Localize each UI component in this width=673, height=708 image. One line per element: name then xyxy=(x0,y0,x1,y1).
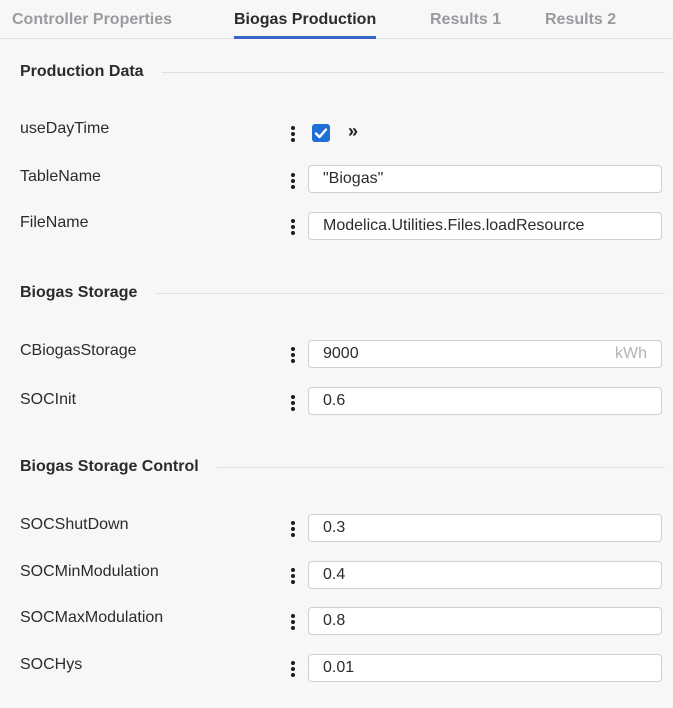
usedaytime-checkbox[interactable] xyxy=(312,124,330,142)
cbiogasstorage-value: 9000 xyxy=(323,345,359,362)
check-icon xyxy=(314,128,328,139)
section-biogas-storage-control: Biogas Storage Control xyxy=(20,457,665,477)
kebab-menu-icon[interactable] xyxy=(288,659,298,679)
section-divider xyxy=(155,292,665,294)
tablename-input[interactable]: "Biogas" xyxy=(308,165,662,193)
sochys-input[interactable]: 0.01 xyxy=(308,654,662,682)
param-label-socshutdown: SOCShutDown xyxy=(20,516,129,533)
section-title: Production Data xyxy=(20,63,144,80)
param-label-usedaytime: useDayTime xyxy=(20,120,110,137)
section-divider xyxy=(161,71,665,73)
section-title: Biogas Storage xyxy=(20,284,138,301)
kebab-menu-icon[interactable] xyxy=(288,566,298,586)
section-production-data: Production Data xyxy=(20,62,665,82)
kebab-menu-icon[interactable] xyxy=(288,519,298,539)
unit-label: kWh xyxy=(615,345,647,362)
tab-results-2[interactable]: Results 2 xyxy=(545,11,616,29)
socinit-input[interactable]: 0.6 xyxy=(308,387,662,415)
kebab-menu-icon[interactable] xyxy=(288,345,298,365)
section-title: Biogas Storage Control xyxy=(20,458,199,475)
tab-controller-properties[interactable]: Controller Properties xyxy=(12,11,172,29)
socminmodulation-input[interactable]: 0.4 xyxy=(308,561,662,589)
param-label-socmaxmodulation: SOCMaxModulation xyxy=(20,609,164,626)
socmaxmodulation-input[interactable]: 0.8 xyxy=(308,607,662,635)
param-label-socminmodulation: SOCMinModulation xyxy=(20,563,159,580)
tab-biogas-production[interactable]: Biogas Production xyxy=(234,11,377,39)
socshutdown-input[interactable]: 0.3 xyxy=(308,514,662,542)
tab-bar: Controller Properties Biogas Production … xyxy=(0,0,673,40)
kebab-menu-icon[interactable] xyxy=(288,171,298,191)
tab-results-1[interactable]: Results 1 xyxy=(430,11,501,29)
param-label-sochys: SOCHys xyxy=(20,656,83,673)
kebab-menu-icon[interactable] xyxy=(288,217,298,237)
param-label-cbiogasstorage: CBiogasStorage xyxy=(20,342,137,359)
param-label-tablename: TableName xyxy=(20,168,101,185)
kebab-menu-icon[interactable] xyxy=(288,124,298,144)
param-label-socinit: SOCInit xyxy=(20,391,77,408)
section-divider xyxy=(216,466,665,468)
filename-input[interactable]: Modelica.Utilities.Files.loadResource xyxy=(308,212,662,240)
section-biogas-storage: Biogas Storage xyxy=(20,283,665,303)
kebab-menu-icon[interactable] xyxy=(288,393,298,413)
kebab-menu-icon[interactable] xyxy=(288,612,298,632)
double-chevron-right-icon[interactable]: » xyxy=(348,121,358,142)
cbiogasstorage-input[interactable]: 9000 kWh xyxy=(308,340,662,368)
param-label-filename: FileName xyxy=(20,214,89,231)
